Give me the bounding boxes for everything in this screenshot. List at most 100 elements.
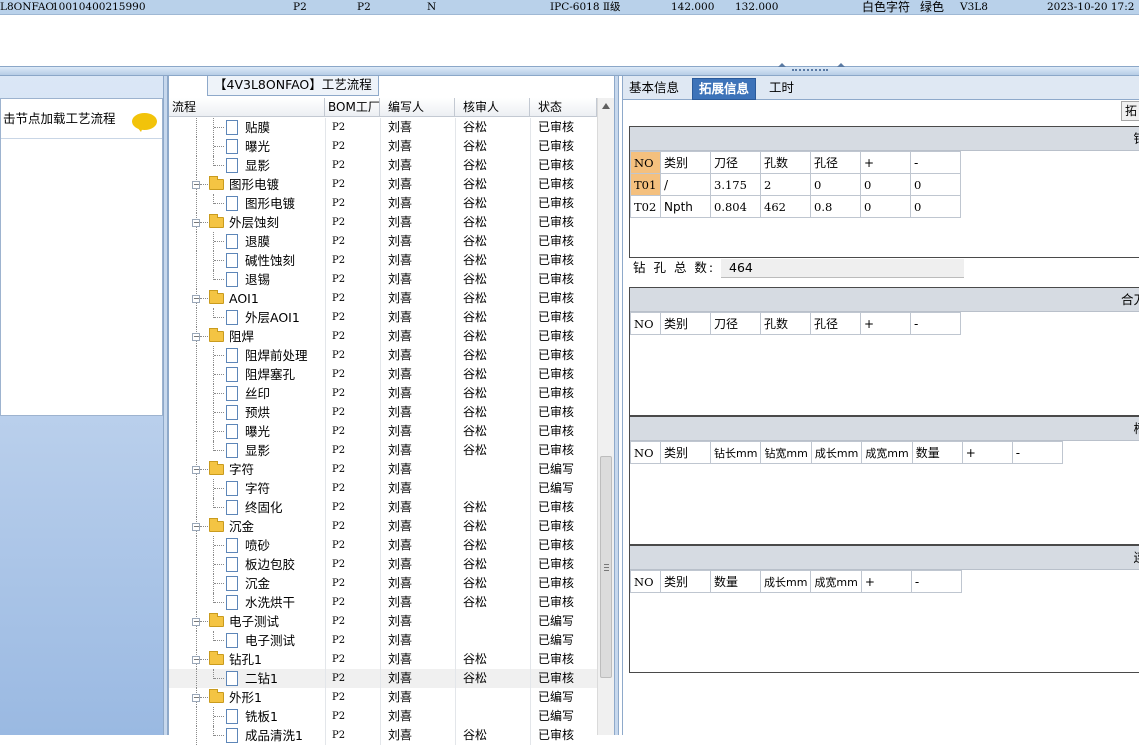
scroll-up-icon[interactable] [602, 103, 610, 109]
tree-row[interactable]: − 字符 P2 刘喜 已编写 [169, 460, 597, 479]
drill-cell-diameter[interactable]: 0.8 [810, 195, 861, 218]
tree-node-label[interactable]: 终固化 [245, 498, 283, 517]
tree-node-label[interactable]: 碱性蚀刻 [245, 251, 295, 270]
tree-row[interactable]: − 图形电镀 P2 刘喜 谷松 已审核 [169, 175, 597, 194]
tree-row[interactable]: 沉金 P2 刘喜 谷松 已审核 [169, 574, 597, 593]
tree-node-label[interactable]: 退锡 [245, 270, 270, 289]
tree-node-label[interactable]: 丝印 [245, 384, 270, 403]
tree-node-label[interactable]: AOI1 [229, 289, 259, 308]
tab-basic-info[interactable]: 基本信息 [623, 78, 685, 100]
collapse-node-icon[interactable]: − [192, 523, 200, 531]
collapse-node-icon[interactable]: − [192, 181, 200, 189]
tab-work-hours[interactable]: 工时 [763, 78, 800, 100]
tree-row[interactable]: 水洗烘干 P2 刘喜 谷松 已审核 [169, 593, 597, 612]
collapse-node-icon[interactable]: − [192, 466, 200, 474]
tree-node-label[interactable]: 字符 [245, 479, 270, 498]
tree-row[interactable]: 退膜 P2 刘喜 谷松 已审核 [169, 232, 597, 251]
collapse-up-icon-2[interactable] [837, 63, 845, 67]
tab-extended-info[interactable]: 拓展信息 [692, 78, 757, 100]
drill-row[interactable]: T02 Npth 0.804 462 0.8 0 0 [630, 195, 961, 218]
tree-node-label[interactable]: 阻焊前处理 [245, 346, 308, 365]
tree-node-label[interactable]: 贴膜 [245, 118, 270, 137]
tree-row[interactable]: 板边包胶 P2 刘喜 谷松 已审核 [169, 555, 597, 574]
scroll-thumb[interactable] [600, 456, 612, 678]
collapse-node-icon[interactable]: − [192, 656, 200, 664]
tree-row[interactable]: 退锡 P2 刘喜 谷松 已审核 [169, 270, 597, 289]
tree-node-label[interactable]: 曝光 [245, 137, 270, 156]
collapse-node-icon[interactable]: − [192, 333, 200, 341]
collapse-node-icon[interactable]: − [192, 295, 200, 303]
tree-row[interactable]: 字符 P2 刘喜 已编写 [169, 479, 597, 498]
tree-row[interactable]: 显影 P2 刘喜 谷松 已审核 [169, 156, 597, 175]
tree-node-label[interactable]: 外形1 [229, 688, 262, 707]
tree-row[interactable]: 铣板1 P2 刘喜 已编写 [169, 707, 597, 726]
tree-node-label[interactable]: 退膜 [245, 232, 270, 251]
tree-row[interactable]: 终固化 P2 刘喜 谷松 已审核 [169, 498, 597, 517]
drill-cell-minus[interactable]: 0 [910, 173, 961, 196]
tree-row[interactable]: 二钻1 P2 刘喜 谷松 已审核 [169, 669, 597, 688]
tree-row[interactable]: 阻焊塞孔 P2 刘喜 谷松 已审核 [169, 365, 597, 384]
col-flow[interactable]: 流程 [169, 98, 325, 117]
tree-row[interactable]: 阻焊前处理 P2 刘喜 谷松 已审核 [169, 346, 597, 365]
tree-row[interactable]: 图形电镀 P2 刘喜 谷松 已审核 [169, 194, 597, 213]
tree-node-label[interactable]: 水洗烘干 [245, 593, 295, 612]
tree-node-label[interactable]: 外层蚀刻 [229, 213, 279, 232]
tree-node-label[interactable]: 图形电镀 [229, 175, 279, 194]
tree-node-label[interactable]: 钻孔1 [229, 650, 262, 669]
tree-row[interactable]: 电子测试 P2 刘喜 已编写 [169, 631, 597, 650]
total-holes-value[interactable]: 464 [721, 259, 964, 278]
col-writer[interactable]: 编写人 [380, 98, 455, 117]
tree-node-label[interactable]: 显影 [245, 441, 270, 460]
tree-row[interactable]: − 外层蚀刻 P2 刘喜 谷松 已审核 [169, 213, 597, 232]
extend-button[interactable]: 拓 [1121, 101, 1139, 121]
middle-splitter[interactable] [614, 76, 619, 735]
drill-cell-tool[interactable]: 0.804 [710, 195, 761, 218]
tree-row[interactable]: − 外形1 P2 刘喜 已编写 [169, 688, 597, 707]
tree-node-label[interactable]: 显影 [245, 156, 270, 175]
drill-cell-count[interactable]: 462 [760, 195, 811, 218]
tree-row[interactable]: − AOI1 P2 刘喜 谷松 已审核 [169, 289, 597, 308]
drill-cell-no[interactable]: T02 [630, 195, 661, 218]
tree-node-label[interactable]: 曝光 [245, 422, 270, 441]
tree-row[interactable]: 碱性蚀刻 P2 刘喜 谷松 已审核 [169, 251, 597, 270]
tree-node-label[interactable]: 阻焊塞孔 [245, 365, 295, 384]
chat-bubble-icon[interactable] [132, 113, 157, 132]
tree-row[interactable]: − 阻焊 P2 刘喜 谷松 已审核 [169, 327, 597, 346]
col-bom[interactable]: BOM工厂 [325, 98, 380, 117]
tree-node-label[interactable]: 沉金 [229, 517, 254, 536]
tree-node-label[interactable]: 喷砂 [245, 536, 270, 555]
drill-cell-plus[interactable]: 0 [860, 195, 911, 218]
collapse-node-icon[interactable]: − [192, 618, 200, 626]
collapse-up-icon[interactable] [778, 63, 786, 67]
tree-row[interactable]: 外层AOI1 P2 刘喜 谷松 已审核 [169, 308, 597, 327]
tree-row[interactable]: 成品清洗1 P2 刘喜 谷松 已审核 [169, 726, 597, 745]
tree-node-label[interactable]: 阻焊 [229, 327, 254, 346]
tree-node-label[interactable]: 外层AOI1 [245, 308, 300, 327]
drill-cell-type[interactable]: / [660, 173, 711, 196]
drill-row[interactable]: T01 / 3.175 2 0 0 0 [630, 173, 961, 196]
tree-node-label[interactable]: 字符 [229, 460, 254, 479]
col-checker[interactable]: 核审人 [455, 98, 530, 117]
drill-cell-count[interactable]: 2 [760, 173, 811, 196]
tree-node-label[interactable]: 板边包胶 [245, 555, 295, 574]
tree-row[interactable]: − 沉金 P2 刘喜 谷松 已审核 [169, 517, 597, 536]
tree-row[interactable]: 曝光 P2 刘喜 谷松 已审核 [169, 422, 597, 441]
tree-node-label[interactable]: 电子测试 [229, 612, 279, 631]
tree-node-label[interactable]: 图形电镀 [245, 194, 295, 213]
tree-row[interactable]: 预烘 P2 刘喜 谷松 已审核 [169, 403, 597, 422]
tree-node-label[interactable]: 二钻1 [245, 669, 278, 688]
horizontal-splitter[interactable] [0, 63, 1139, 76]
tree-row[interactable]: 曝光 P2 刘喜 谷松 已审核 [169, 137, 597, 156]
tree-node-label[interactable]: 电子测试 [245, 631, 295, 650]
tree-row[interactable]: − 电子测试 P2 刘喜 已编写 [169, 612, 597, 631]
collapse-node-icon[interactable]: − [192, 219, 200, 227]
tree-scrollbar[interactable] [597, 98, 614, 735]
drill-cell-tool[interactable]: 3.175 [710, 173, 761, 196]
collapse-node-icon[interactable]: − [192, 694, 200, 702]
drill-cell-type[interactable]: Npth [660, 195, 711, 218]
tree-node-label[interactable]: 预烘 [245, 403, 270, 422]
drill-cell-plus[interactable]: 0 [860, 173, 911, 196]
tree-row[interactable]: 贴膜 P2 刘喜 谷松 已审核 [169, 118, 597, 137]
tree-node-label[interactable]: 铣板1 [245, 707, 278, 726]
drill-cell-no[interactable]: T01 [630, 173, 661, 196]
